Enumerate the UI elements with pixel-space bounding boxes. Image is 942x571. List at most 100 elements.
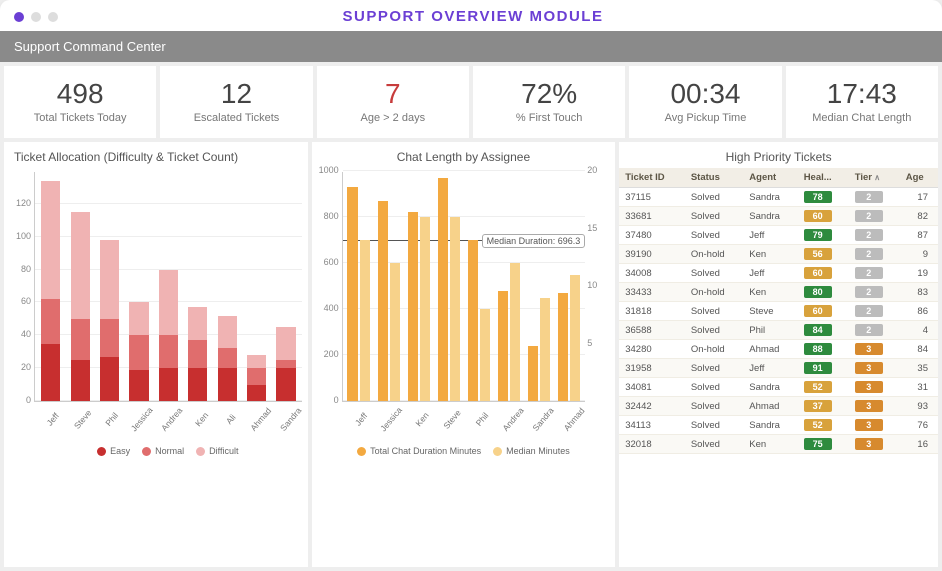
table-row[interactable]: 34113 Solved Sandra 52 3 76 xyxy=(619,416,938,435)
legend-item: Total Chat Duration Minutes xyxy=(357,446,481,456)
bar-segment xyxy=(218,348,237,368)
table-row[interactable]: 34280 On-hold Ahmad 88 3 84 xyxy=(619,340,938,359)
app-window: SUPPORT OVERVIEW MODULE Support Command … xyxy=(0,0,942,571)
window-control[interactable] xyxy=(48,12,58,22)
kpi-value: 12 xyxy=(166,78,306,110)
cell-id: 31818 xyxy=(619,302,685,321)
cell-health: 56 xyxy=(798,245,849,264)
table-row[interactable]: 31958 Solved Jeff 91 3 35 xyxy=(619,359,938,378)
table-header[interactable]: Status xyxy=(685,168,743,188)
cell-health: 37 xyxy=(798,397,849,416)
bar-segment xyxy=(276,368,295,401)
cell-agent: Ahmad xyxy=(743,340,797,359)
bar-segment xyxy=(41,344,60,402)
cell-id: 34081 xyxy=(619,378,685,397)
table-row[interactable]: 37115 Solved Sandra 78 2 17 xyxy=(619,188,938,207)
bar-segment xyxy=(247,368,266,384)
cell-status: Solved xyxy=(685,397,743,416)
cell-agent: Steve xyxy=(743,302,797,321)
bar-group xyxy=(555,172,583,401)
kpi-value: 17:43 xyxy=(792,78,932,110)
cell-status: Solved xyxy=(685,416,743,435)
bar-total xyxy=(498,291,508,401)
bar-group xyxy=(155,172,182,401)
subheader: Support Command Center xyxy=(0,31,942,62)
table-row[interactable]: 37480 Solved Jeff 79 2 87 xyxy=(619,226,938,245)
cell-age: 84 xyxy=(900,340,938,359)
cell-tier: 2 xyxy=(849,302,900,321)
kpi-card: 7 Age > 2 days xyxy=(317,66,469,138)
cell-tier: 2 xyxy=(849,245,900,264)
bar-group xyxy=(125,172,152,401)
cell-tier: 3 xyxy=(849,397,900,416)
cell-id: 37480 xyxy=(619,226,685,245)
cell-age: 93 xyxy=(900,397,938,416)
cell-agent: Sandra xyxy=(743,188,797,207)
bar-segment xyxy=(71,212,90,319)
bar-group xyxy=(525,172,553,401)
chart-ticket-allocation: 020406080100120 JeffStevePhilJessicaAndr… xyxy=(4,168,308,567)
bar-segment xyxy=(218,316,237,349)
bar-group xyxy=(184,172,211,401)
page-title: SUPPORT OVERVIEW MODULE xyxy=(58,8,888,25)
bar-segment xyxy=(276,327,295,360)
table-header[interactable]: Tier xyxy=(849,168,900,188)
kpi-label: Total Tickets Today xyxy=(10,112,150,124)
cell-age: 31 xyxy=(900,378,938,397)
window-control-purple[interactable] xyxy=(14,12,24,22)
panel-title: High Priority Tickets xyxy=(619,142,938,168)
table-row[interactable]: 34008 Solved Jeff 60 2 19 xyxy=(619,264,938,283)
table-header[interactable]: Heal... xyxy=(798,168,849,188)
bar-median xyxy=(420,217,430,401)
table-header[interactable]: Agent xyxy=(743,168,797,188)
bar-total xyxy=(438,178,448,401)
cell-age: 87 xyxy=(900,226,938,245)
kpi-value: 72% xyxy=(479,78,619,110)
table-header[interactable]: Ticket ID xyxy=(619,168,685,188)
bar-segment xyxy=(41,181,60,299)
table-row[interactable]: 34081 Solved Sandra 52 3 31 xyxy=(619,378,938,397)
bar-total xyxy=(408,212,418,401)
bar-segment xyxy=(247,385,266,401)
table-row[interactable]: 33433 On-hold Ken 80 2 83 xyxy=(619,283,938,302)
table-row[interactable]: 32442 Solved Ahmad 37 3 93 xyxy=(619,397,938,416)
panel-title: Ticket Allocation (Difficulty & Ticket C… xyxy=(4,142,308,168)
bar-segment xyxy=(218,368,237,401)
bar-total xyxy=(468,240,478,401)
cell-status: On-hold xyxy=(685,283,743,302)
cell-tier: 2 xyxy=(849,188,900,207)
table-row[interactable]: 36588 Solved Phil 84 2 4 xyxy=(619,321,938,340)
kpi-card: 498 Total Tickets Today xyxy=(4,66,156,138)
bar-group xyxy=(405,172,433,401)
bar-segment xyxy=(129,302,148,335)
table-row[interactable]: 39190 On-hold Ken 56 2 9 xyxy=(619,245,938,264)
cell-id: 32442 xyxy=(619,397,685,416)
panel-title: Chat Length by Assignee xyxy=(312,142,616,168)
cell-health: 84 xyxy=(798,321,849,340)
cell-age: 86 xyxy=(900,302,938,321)
cell-agent: Phil xyxy=(743,321,797,340)
kpi-card: 17:43 Median Chat Length xyxy=(786,66,938,138)
table-row[interactable]: 31818 Solved Steve 60 2 86 xyxy=(619,302,938,321)
table-header[interactable]: Age xyxy=(900,168,938,188)
panel-ticket-allocation: Ticket Allocation (Difficulty & Ticket C… xyxy=(4,142,308,567)
bar-group xyxy=(96,172,123,401)
bar-segment xyxy=(100,357,119,401)
high-priority-table: Ticket IDStatusAgentHeal...TierAge 37115… xyxy=(619,168,938,454)
kpi-label: Age > 2 days xyxy=(323,112,463,124)
cell-tier: 3 xyxy=(849,416,900,435)
chart-chat-length: 020040060080010005101520Median Duration:… xyxy=(312,168,616,567)
kpi-value: 7 xyxy=(323,78,463,110)
cell-tier: 3 xyxy=(849,378,900,397)
bar-segment xyxy=(247,355,266,368)
panel-high-priority: High Priority Tickets Ticket IDStatusAge… xyxy=(619,142,938,567)
table-row[interactable]: 33681 Solved Sandra 60 2 82 xyxy=(619,207,938,226)
cell-id: 33681 xyxy=(619,207,685,226)
table-row[interactable]: 32018 Solved Ken 75 3 16 xyxy=(619,435,938,454)
cell-id: 34008 xyxy=(619,264,685,283)
bar-group xyxy=(272,172,299,401)
cell-status: On-hold xyxy=(685,245,743,264)
window-control[interactable] xyxy=(31,12,41,22)
legend-item: Easy xyxy=(97,446,130,456)
cell-health: 78 xyxy=(798,188,849,207)
